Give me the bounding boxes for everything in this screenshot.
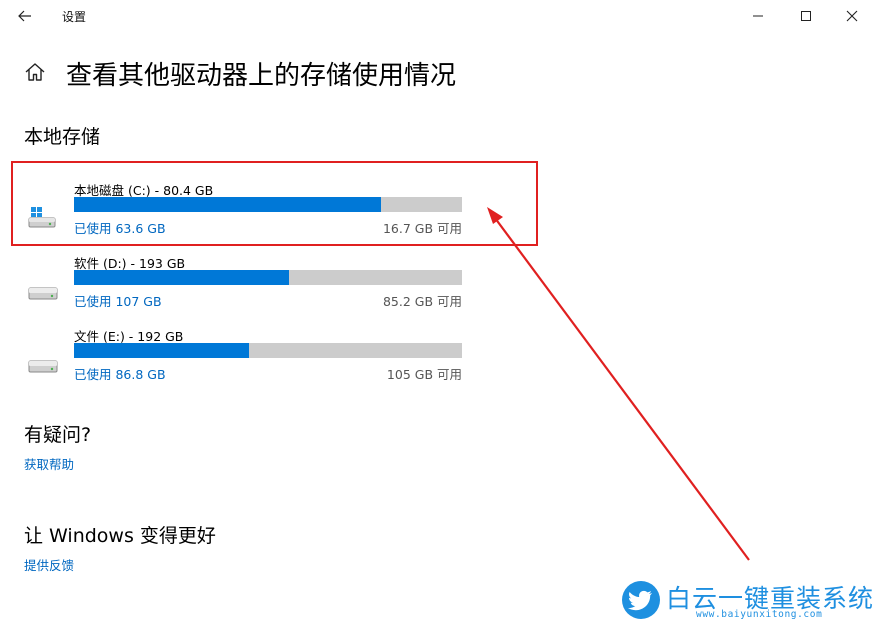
- section-title-local-storage: 本地存储: [24, 126, 101, 148]
- back-button[interactable]: [10, 4, 40, 28]
- drive-free-text: 85.2 GB 可用: [382, 294, 462, 309]
- drive-item-d[interactable]: 软件 (D:) - 193 GB 已使用 107 GB 85.2 GB 可用: [24, 253, 474, 315]
- drive-free-text: 105 GB 可用: [386, 367, 462, 382]
- minimize-icon: [753, 15, 763, 17]
- drive-icon: [28, 287, 58, 300]
- close-icon: [846, 10, 858, 22]
- usage-bar-fill: [74, 343, 250, 358]
- usage-bar: [74, 270, 462, 285]
- home-icon[interactable]: [24, 61, 46, 83]
- window-title: 设置: [62, 10, 87, 24]
- watermark-url: www.baiyunxitong.com: [696, 609, 823, 620]
- usage-bar: [74, 343, 462, 358]
- improve-windows-heading: 让 Windows 变得更好: [24, 525, 216, 547]
- give-feedback-link[interactable]: 提供反馈: [24, 555, 74, 574]
- page-title: 查看其他驱动器上的存储使用情况: [66, 61, 457, 91]
- help-heading: 有疑问?: [24, 424, 92, 446]
- watermark-logo: 白云一键重装系统 www.baiyunxitong.com: [620, 578, 873, 624]
- maximize-icon: [801, 11, 811, 21]
- maximize-button[interactable]: [783, 2, 829, 30]
- settings-window: 设置 查看其他驱动器上的存储使用情况 本地存储 本地磁盘 (C:) - 80.4: [0, 0, 875, 627]
- minimize-button[interactable]: [735, 2, 781, 30]
- back-arrow-icon: [18, 10, 31, 22]
- highlight-box: [11, 161, 538, 246]
- close-button[interactable]: [829, 2, 875, 30]
- drive-used-text: 已使用 107 GB: [74, 294, 162, 309]
- bird-logo-icon: [622, 581, 660, 619]
- drive-used-text: 已使用 86.8 GB: [74, 367, 166, 382]
- usage-bar-fill: [74, 270, 290, 285]
- drive-item-e[interactable]: 文件 (E:) - 192 GB 已使用 86.8 GB 105 GB 可用: [24, 326, 474, 388]
- get-help-link[interactable]: 获取帮助: [24, 454, 74, 473]
- drive-icon: [28, 360, 58, 373]
